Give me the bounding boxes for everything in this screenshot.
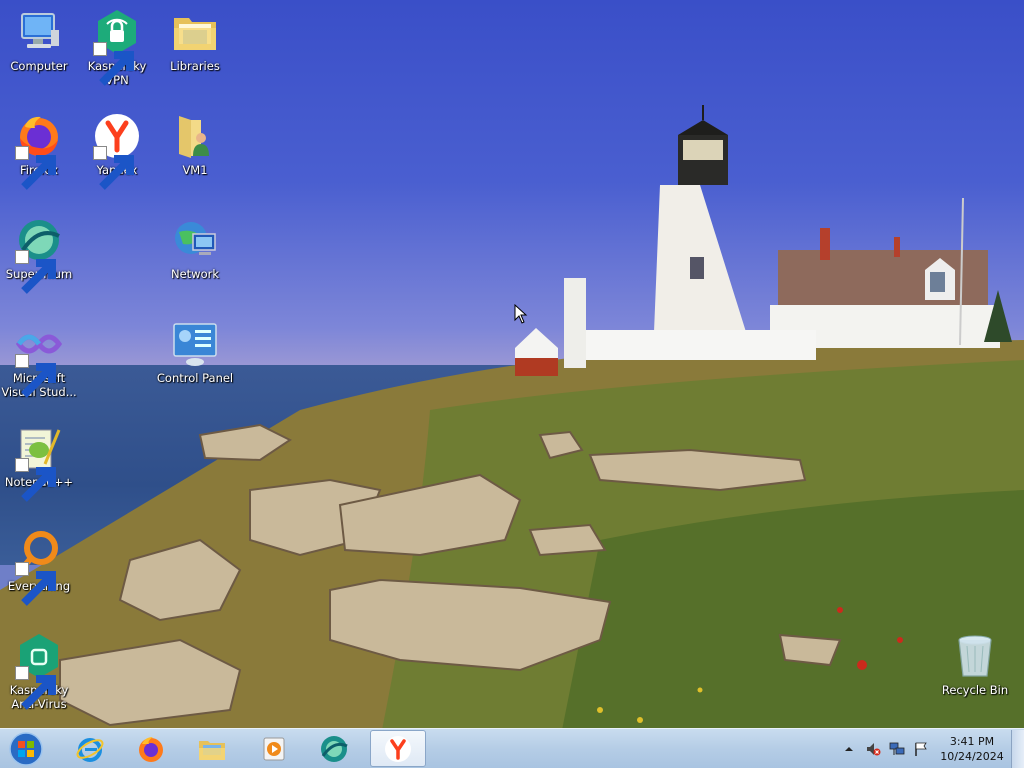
wallpaper-landscape [0,340,1024,728]
desktop-icon-label: Recycle Bin [941,683,1009,697]
desktop-icon-kaspersky-vpn[interactable]: Kaspersky VPN [77,8,157,87]
desktop-icon-firefox[interactable]: Firefox [0,112,79,190]
desktop-icon-recycle-bin[interactable]: Recycle Bin [935,632,1015,697]
shortcut-arrow-icon [15,458,56,502]
taskbar-firefox[interactable] [123,730,179,767]
file-explorer-icon [199,740,225,760]
shortcut-arrow-icon [15,666,56,710]
desktop-icon-supermium[interactable]: Supermium [0,216,79,294]
firefox-icon [139,736,163,762]
volume-muted-icon [867,743,881,756]
shortcut-arrow-icon [93,42,134,86]
shortcut-arrow-icon [15,562,56,606]
desktop-icon-yandex[interactable]: Yandex [77,112,157,190]
user-folder-icon [171,112,219,160]
taskbar-internet-explorer[interactable] [62,730,118,767]
shortcut-arrow-icon [15,354,56,398]
desktop-icon-control-panel[interactable]: Control Panel [155,320,235,385]
desktop-icon-label: Computer [10,59,68,73]
kaspersky-antivirus-icon [15,632,63,710]
windows-orb-icon [9,731,43,766]
mouse-cursor-icon [514,304,528,324]
internet-explorer-icon [76,737,104,762]
taskbar-yandex[interactable] [370,730,426,767]
clock-date: 10/24/2024 [940,750,1004,763]
desktop-icon-kaspersky-antivirus[interactable]: Kaspersky Anti-Virus [0,632,79,711]
shortcut-arrow-icon [15,146,56,190]
desktop-icon-computer[interactable]: Computer [0,8,79,73]
desktop-wallpaper: Computer Kaspersky VPN Libraries Firefox… [0,0,1024,728]
taskbar-supermium[interactable] [306,730,362,767]
clock-time: 3:41 PM [949,735,995,748]
desktop-icon-notepadpp[interactable]: Notepad++ [0,424,79,502]
network-tray-icon [889,742,905,755]
network-icon [171,216,219,264]
media-player-icon [263,737,285,760]
clock[interactable]: 3:41 PM 10/24/2024 [939,734,1005,764]
wallpaper-lighthouse [515,105,1012,376]
desktop-icon-label: Libraries [170,59,220,73]
network-tray-button[interactable] [888,740,906,758]
yandex-icon [385,735,411,762]
desktop-icon-network[interactable]: Network [155,216,235,281]
desktop-icon-vm1[interactable]: VM1 [155,112,235,177]
action-center-button[interactable] [912,740,930,758]
shortcut-arrow-icon [93,146,134,190]
control-panel-icon [171,320,219,368]
action-center-flag-icon [915,742,927,756]
show-desktop-button[interactable] [1011,730,1024,768]
libraries-icon [171,8,219,56]
show-hidden-icons-button[interactable] [840,740,858,758]
system-tray: 3:41 PM 10/24/2024 [837,729,1024,768]
supermium-icon [321,735,348,762]
desktop-icon-label: VM1 [182,163,208,177]
show-hidden-icons-icon [845,747,853,751]
recycle-bin-icon [951,632,999,680]
desktop-icon-label: Control Panel [156,371,234,385]
visual-studio-icon [15,320,63,398]
firefox-icon [15,112,63,190]
desktop-icon-everything[interactable]: Everything [0,528,79,606]
everything-icon [15,528,63,606]
yandex-icon [93,112,141,190]
supermium-icon [15,216,63,294]
taskbar: 3:41 PM 10/24/2024 [0,728,1024,768]
desktop-icon-libraries[interactable]: Libraries [155,8,235,73]
taskbar-media-player[interactable] [245,730,301,767]
start-button[interactable] [4,730,48,767]
computer-icon [15,8,63,56]
kaspersky-vpn-icon [93,8,141,86]
shortcut-arrow-icon [15,250,56,294]
desktop-icon-visual-studio[interactable]: Microsoft Visual Stud... [0,320,79,399]
volume-button[interactable] [864,740,882,758]
taskbar-file-explorer[interactable] [184,730,240,767]
desktop-icon-label: Network [170,267,220,281]
notepadpp-icon [15,424,63,502]
